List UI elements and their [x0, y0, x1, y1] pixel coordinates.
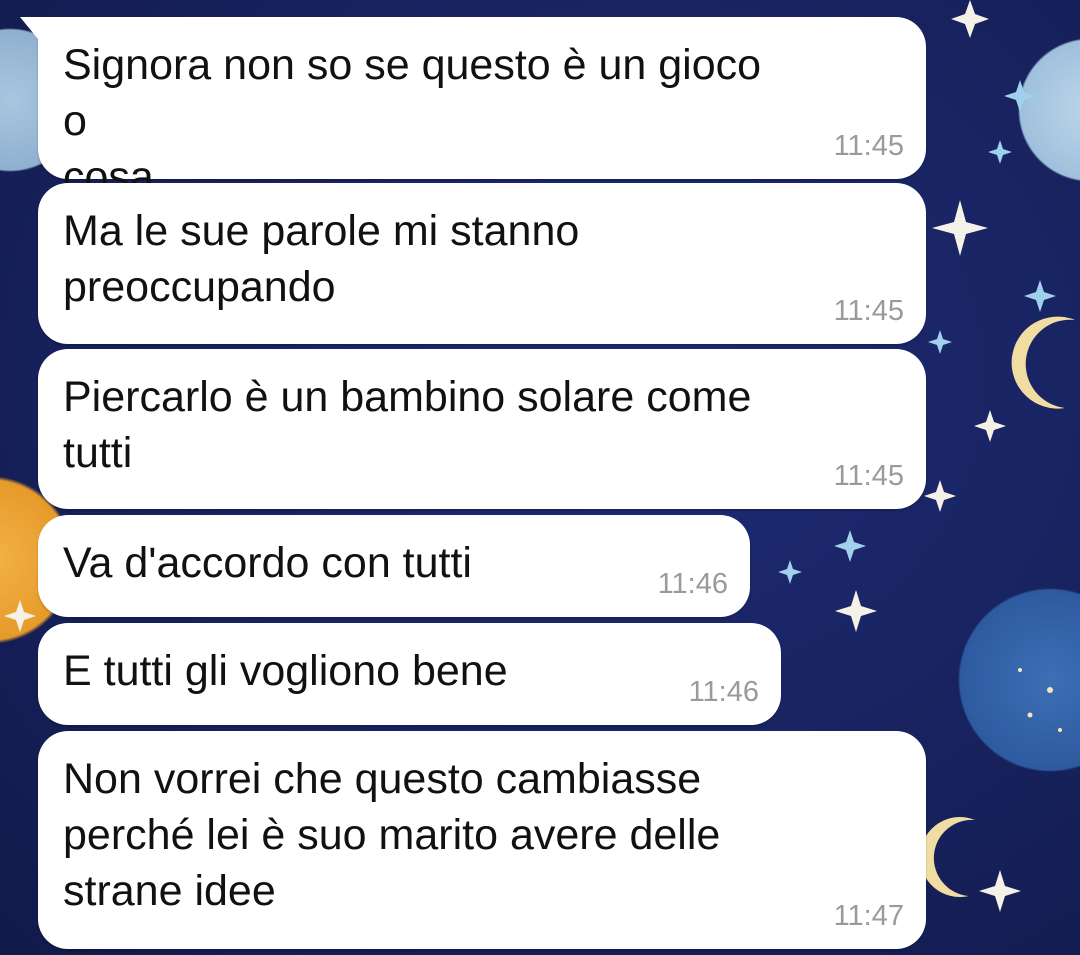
message-timestamp: 11:46 — [688, 676, 759, 708]
message-text: Signora non so se questo è un gioco o co… — [63, 41, 762, 201]
message-timestamp: 11:46 — [657, 568, 728, 600]
message-list[interactable]: Signora non so se questo è un gioco o co… — [0, 0, 1080, 955]
message-timestamp: 11:45 — [833, 460, 904, 492]
bubble-tail — [20, 17, 38, 39]
message-bubble[interactable]: Signora non so se questo è un gioco o co… — [20, 17, 926, 201]
message-bubble[interactable]: Piercarlo è un bambino solare come tutti… — [38, 349, 926, 509]
message-bubble[interactable]: E tutti gli vogliono bene 11:46 — [38, 623, 781, 725]
message-bubble[interactable]: Va d'accordo con tutti 11:46 — [38, 515, 750, 617]
message-text: Ma le sue parole mi stanno preoccupando — [63, 207, 580, 311]
message-text: Va d'accordo con tutti — [63, 539, 472, 587]
message-timestamp: 11:45 — [833, 295, 904, 327]
message-timestamp: 11:47 — [833, 900, 904, 932]
message-bubble[interactable]: Ma le sue parole mi stanno preoccupando … — [38, 183, 926, 344]
message-text: Piercarlo è un bambino solare come tutti — [63, 373, 752, 477]
message-timestamp: 11:45 — [833, 130, 904, 162]
message-text: E tutti gli vogliono bene — [63, 647, 508, 695]
message-bubble[interactable]: Non vorrei che questo cambiasse perché l… — [38, 731, 926, 949]
message-text: Non vorrei che questo cambiasse perché l… — [63, 755, 721, 915]
